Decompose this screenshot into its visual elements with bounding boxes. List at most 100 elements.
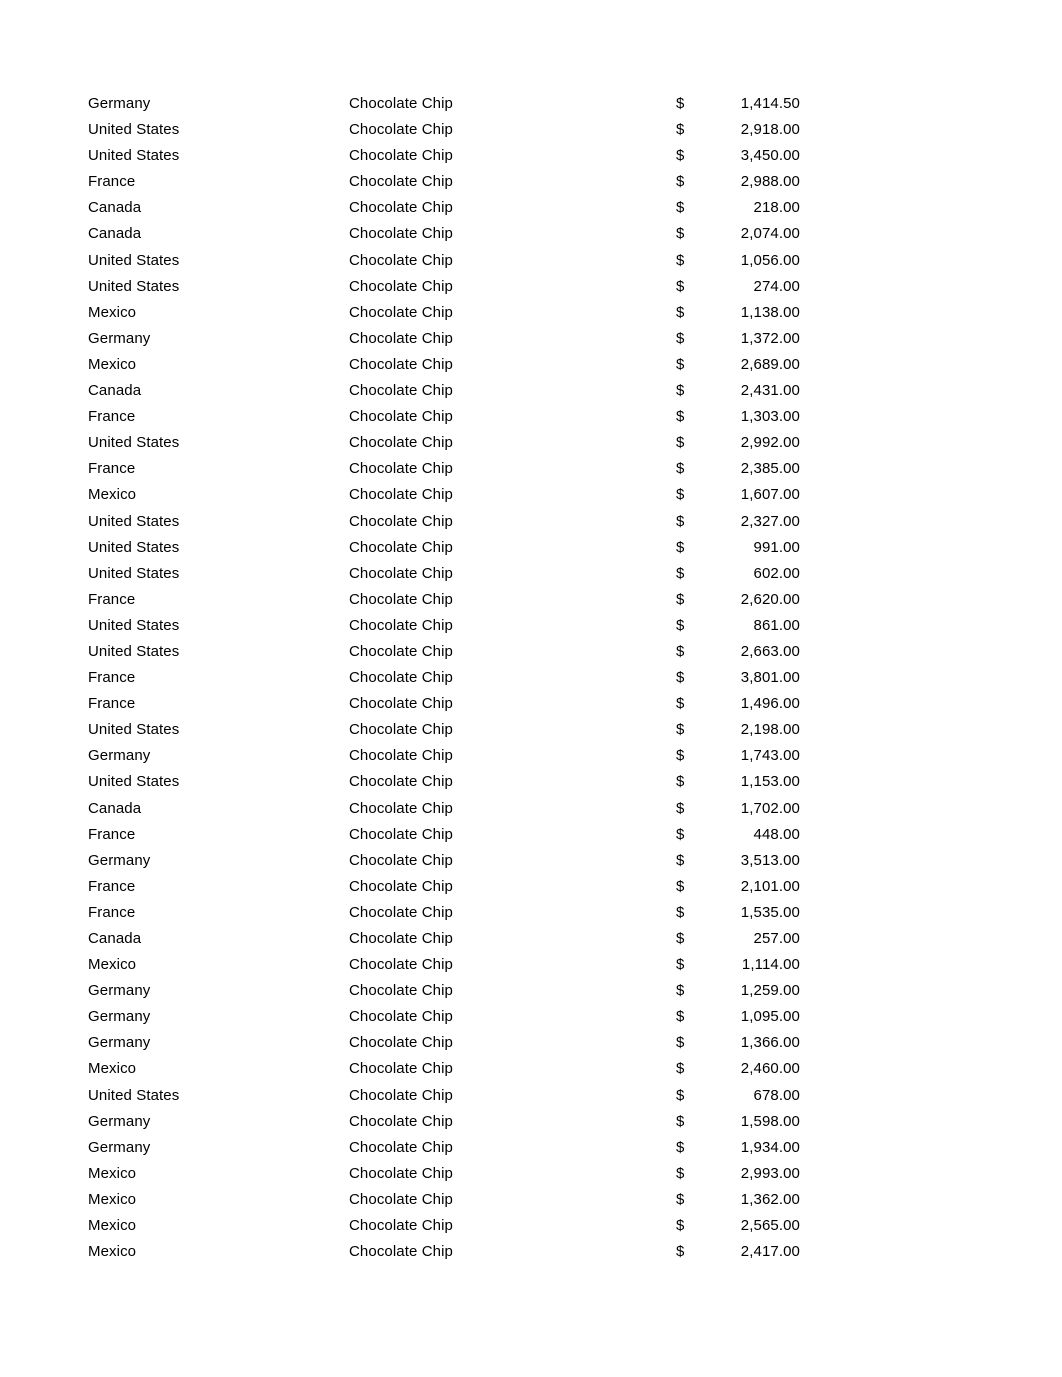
table-row[interactable]: France Chocolate Chip $448.00	[88, 822, 800, 848]
cell-country: France	[88, 173, 136, 191]
table-row[interactable]: Mexico Chocolate Chip $1,362.00	[88, 1187, 800, 1213]
table-row[interactable]: United States Chocolate Chip $991.00	[88, 535, 800, 561]
table-row[interactable]: France Chocolate Chip $2,101.00	[88, 874, 800, 900]
cell-amount: 2,198.00	[740, 721, 800, 739]
table-row[interactable]: Mexico Chocolate Chip $2,417.00	[88, 1239, 800, 1265]
cell-amount: 2,431.00	[740, 382, 800, 400]
table-row[interactable]: United States Chocolate Chip $274.00	[88, 274, 800, 300]
cell-country: United States	[88, 512, 180, 530]
cell-currency-symbol: $	[676, 460, 685, 478]
table-row[interactable]: France Chocolate Chip $1,303.00	[88, 404, 800, 430]
table-row[interactable]: Germany Chocolate Chip $1,372.00	[88, 326, 800, 352]
cell-amount: 1,056.00	[740, 251, 800, 269]
cell-amount: 2,620.00	[740, 590, 800, 608]
cell-amount: 2,565.00	[740, 1217, 800, 1235]
cell-country: Germany	[88, 982, 151, 1000]
sales-data-table: Germany Chocolate Chip $1,414.50 United Sta…	[88, 91, 800, 1265]
table-row[interactable]: United States Chocolate Chip $2,663.00	[88, 639, 800, 665]
table-row[interactable]: Canada Chocolate Chip $218.00	[88, 195, 800, 221]
cell-product: Chocolate Chip	[349, 982, 453, 1000]
table-row[interactable]: Mexico Chocolate Chip $2,689.00	[88, 352, 800, 378]
cell-currency-symbol: $	[676, 382, 685, 400]
table-row[interactable]: United States Chocolate Chip $602.00	[88, 561, 800, 587]
table-row[interactable]: France Chocolate Chip $2,385.00	[88, 456, 800, 482]
cell-country: United States	[88, 642, 180, 660]
cell-amount: 2,993.00	[740, 1164, 800, 1182]
table-row[interactable]: Mexico Chocolate Chip $1,607.00	[88, 482, 800, 508]
table-row[interactable]: Germany Chocolate Chip $1,366.00	[88, 1030, 800, 1056]
table-row[interactable]: Canada Chocolate Chip $2,074.00	[88, 221, 800, 247]
cell-amount: 1,743.00	[740, 747, 800, 765]
cell-amount: 1,702.00	[740, 799, 800, 817]
cell-product: Chocolate Chip	[349, 747, 453, 765]
cell-product: Chocolate Chip	[349, 1086, 453, 1104]
table-row[interactable]: Germany Chocolate Chip $1,259.00	[88, 978, 800, 1004]
table-row[interactable]: Mexico Chocolate Chip $2,565.00	[88, 1213, 800, 1239]
cell-amount: 448.00	[753, 825, 800, 843]
table-row[interactable]: France Chocolate Chip $1,496.00	[88, 691, 800, 717]
cell-product: Chocolate Chip	[349, 851, 453, 869]
cell-amount: 1,362.00	[740, 1190, 800, 1208]
cell-country: France	[88, 669, 136, 687]
cell-country: France	[88, 903, 136, 921]
table-row[interactable]: Germany Chocolate Chip $1,598.00	[88, 1109, 800, 1135]
cell-product: Chocolate Chip	[349, 199, 453, 217]
table-row[interactable]: United States Chocolate Chip $1,056.00	[88, 248, 800, 274]
cell-product: Chocolate Chip	[349, 1112, 453, 1130]
table-row[interactable]: France Chocolate Chip $2,620.00	[88, 587, 800, 613]
table-row[interactable]: France Chocolate Chip $1,535.00	[88, 900, 800, 926]
cell-product: Chocolate Chip	[349, 251, 453, 269]
table-row[interactable]: Mexico Chocolate Chip $2,460.00	[88, 1056, 800, 1082]
table-row[interactable]: France Chocolate Chip $2,988.00	[88, 169, 800, 195]
cell-currency-symbol: $	[676, 642, 685, 660]
table-row[interactable]: United States Chocolate Chip $678.00	[88, 1083, 800, 1109]
cell-amount: 602.00	[753, 564, 800, 582]
table-row[interactable]: Germany Chocolate Chip $1,743.00	[88, 743, 800, 769]
cell-product: Chocolate Chip	[349, 486, 453, 504]
table-row[interactable]: United States Chocolate Chip $2,918.00	[88, 117, 800, 143]
cell-amount: 2,992.00	[740, 434, 800, 452]
cell-country: France	[88, 695, 136, 713]
table-row[interactable]: Germany Chocolate Chip $1,934.00	[88, 1135, 800, 1161]
cell-product: Chocolate Chip	[349, 642, 453, 660]
table-row[interactable]: United States Chocolate Chip $2,992.00	[88, 430, 800, 456]
cell-amount: 274.00	[753, 277, 800, 295]
cell-currency-symbol: $	[676, 799, 685, 817]
cell-currency-symbol: $	[676, 225, 685, 243]
cell-amount: 257.00	[753, 930, 800, 947]
cell-currency-symbol: $	[676, 747, 685, 765]
table-row[interactable]: Canada Chocolate Chip $1,702.00	[88, 796, 800, 822]
cell-currency-symbol: $	[676, 773, 685, 791]
cell-amount: 1,259.00	[740, 982, 800, 1000]
cell-amount: 861.00	[753, 616, 800, 634]
table-row[interactable]: France Chocolate Chip $3,801.00	[88, 665, 800, 691]
cell-currency-symbol: $	[676, 695, 685, 713]
cell-currency-symbol: $	[676, 669, 685, 687]
cell-amount: 218.00	[753, 199, 800, 217]
cell-amount: 1,372.00	[740, 329, 800, 347]
table-row[interactable]: Mexico Chocolate Chip $1,114.00	[88, 952, 800, 978]
cell-currency-symbol: $	[676, 147, 685, 165]
table-row[interactable]: Mexico Chocolate Chip $2,993.00	[88, 1161, 800, 1187]
table-row[interactable]: Canada Chocolate Chip $2,431.00	[88, 378, 800, 404]
cell-product: Chocolate Chip	[349, 460, 453, 478]
cell-product: Chocolate Chip	[349, 564, 453, 582]
table-row[interactable]: Canada Chocolate Chip $257.00	[88, 926, 800, 952]
table-row[interactable]: United States Chocolate Chip $861.00	[88, 613, 800, 639]
table-row[interactable]: Germany Chocolate Chip $3,513.00	[88, 848, 800, 874]
table-row[interactable]: Mexico Chocolate Chip $1,138.00	[88, 300, 800, 326]
cell-amount: 3,450.00	[740, 147, 800, 165]
table-row[interactable]: United States Chocolate Chip $2,327.00	[88, 509, 800, 535]
table-row[interactable]: United States Chocolate Chip $1,153.00	[88, 769, 800, 795]
cell-product: Chocolate Chip	[349, 1138, 453, 1156]
table-row[interactable]: United States Chocolate Chip $3,450.00	[88, 143, 800, 169]
cell-product: Chocolate Chip	[349, 1217, 453, 1235]
cell-country: United States	[88, 538, 180, 556]
cell-product: Chocolate Chip	[349, 355, 453, 373]
cell-currency-symbol: $	[676, 877, 685, 895]
cell-product: Chocolate Chip	[349, 590, 453, 608]
table-row[interactable]: Germany Chocolate Chip $1,414.50	[88, 91, 800, 117]
table-row[interactable]: United States Chocolate Chip $2,198.00	[88, 717, 800, 743]
cell-country: Canada	[88, 225, 142, 243]
table-row[interactable]: Germany Chocolate Chip $1,095.00	[88, 1004, 800, 1030]
